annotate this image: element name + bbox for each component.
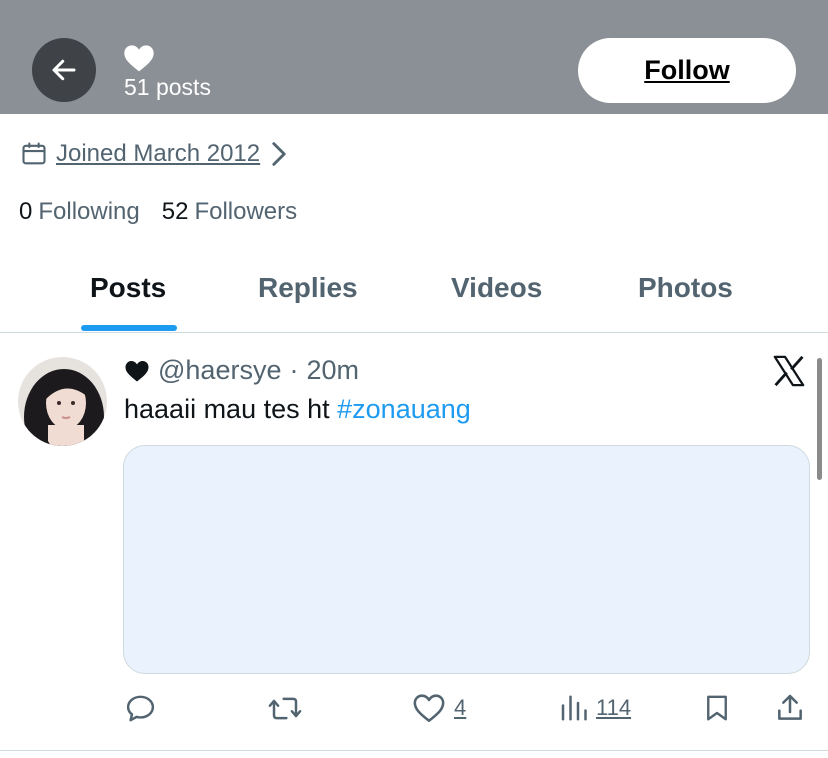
post-actions: 4 114 [0, 688, 828, 728]
joined-date-text: Joined March 2012 [56, 140, 261, 167]
post-body: haaaii mau tes ht [124, 394, 330, 424]
chevron-right-icon [272, 142, 286, 166]
followers-count: 52 [161, 198, 189, 225]
like-count: 4 [454, 695, 467, 720]
joined-date-link[interactable]: Joined March 2012 [20, 140, 290, 168]
followers-label: Followers [194, 198, 298, 225]
tab-posts[interactable]: Posts [90, 272, 166, 304]
post-header: @haersye · 20m [124, 355, 359, 386]
tab-photos[interactable]: Photos [638, 272, 733, 304]
followers-link[interactable]: 52 Followers [162, 198, 297, 226]
share-icon [778, 694, 802, 720]
post-divider [0, 750, 828, 751]
following-label: Following [38, 198, 140, 225]
heart-icon [124, 45, 154, 72]
profile-tabs: Posts Replies Videos Photos [0, 250, 828, 333]
calendar-icon [22, 142, 46, 165]
x-logo-icon [773, 355, 805, 387]
reply-button[interactable] [124, 688, 157, 728]
avatar[interactable] [18, 357, 107, 446]
like-button[interactable]: 4 [412, 688, 466, 728]
active-tab-indicator [81, 325, 177, 331]
views-count: 114 [596, 695, 632, 720]
retweet-button[interactable] [267, 688, 303, 728]
back-button[interactable] [32, 38, 96, 102]
posts-count: 51 posts [124, 74, 211, 100]
post-time[interactable]: 20m [306, 355, 359, 386]
profile-header: 51 posts Follow [0, 0, 828, 114]
like-icon [413, 694, 445, 723]
hashtag-link[interactable]: #zonauang [337, 394, 471, 424]
scrollbar[interactable] [817, 358, 822, 480]
share-button[interactable] [774, 688, 806, 728]
tab-replies[interactable]: Replies [258, 272, 358, 304]
follow-button[interactable]: Follow [578, 38, 796, 103]
following-count: 0 [19, 198, 33, 225]
following-link[interactable]: 0 Following [19, 198, 140, 226]
views-button[interactable]: 114 [558, 688, 631, 728]
post-separator: · [289, 355, 299, 385]
reply-icon [126, 695, 155, 721]
tab-videos[interactable]: Videos [451, 272, 542, 304]
retweet-icon [268, 697, 302, 719]
post-text: haaaii mau tes ht #zonauang [124, 394, 471, 425]
post-handle[interactable]: @haersye [158, 355, 281, 386]
post-media[interactable] [123, 445, 810, 674]
back-arrow-icon [52, 59, 76, 81]
heart-icon [125, 360, 149, 381]
views-icon [561, 695, 587, 721]
bookmark-button[interactable] [702, 688, 732, 728]
follow-counts: 0 Following 52 Followers [19, 198, 297, 226]
bookmark-icon [707, 695, 727, 721]
